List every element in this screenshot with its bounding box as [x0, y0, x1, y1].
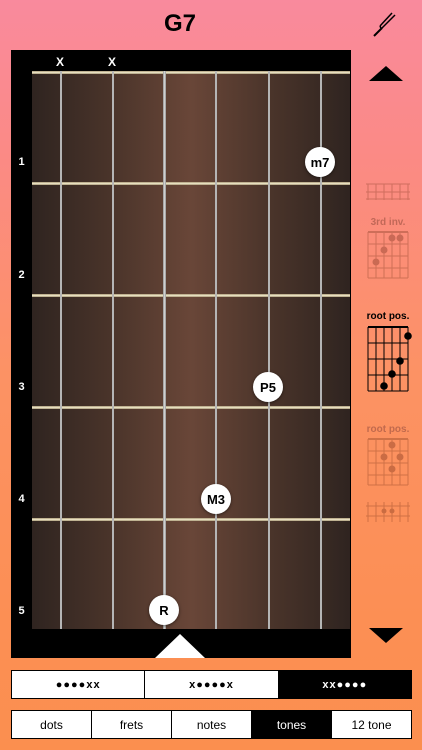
voicing-thumbnail-5[interactable] — [364, 502, 412, 526]
string-set-option-high[interactable]: xx●●●● — [278, 671, 411, 698]
note-dot-m7[interactable]: m7 — [305, 147, 335, 177]
position-indicator-triangle — [155, 634, 205, 658]
note-dot-m3[interactable]: M3 — [201, 484, 231, 514]
fret-number-2: 2 — [18, 269, 25, 281]
string-2 — [268, 71, 270, 629]
display-mode-selector: dots frets notes tones 12 tone — [11, 710, 412, 739]
fret-number-4: 4 — [18, 493, 25, 505]
string-4 — [163, 71, 166, 629]
voicing-thumbnail-3rd-inv[interactable] — [364, 230, 412, 280]
nut — [32, 71, 350, 74]
triangle-up-icon[interactable] — [369, 66, 403, 81]
string-set-option-low[interactable]: ●●●●xx — [12, 671, 146, 698]
fret-wire-4 — [32, 518, 350, 521]
fret-wire-3 — [32, 406, 350, 409]
mode-notes-button[interactable]: notes — [172, 711, 252, 738]
mode-frets-button[interactable]: frets — [92, 711, 172, 738]
triangle-down-icon[interactable] — [369, 628, 403, 643]
fretboard-wood — [32, 71, 350, 629]
note-dot-root[interactable]: R — [149, 595, 179, 625]
mode-dots-button[interactable]: dots — [12, 711, 92, 738]
voicing-thumbnail-root-pos[interactable] — [364, 437, 412, 487]
voicing-thumbnail-root-pos-selected[interactable] — [364, 325, 412, 393]
string-set-selector: ●●●●xx x●●●●x xx●●●● — [11, 670, 412, 699]
fret-wire-1 — [32, 182, 350, 185]
voicing-label-3rd-inv: 3rd inv. — [370, 217, 406, 228]
fret-number-3: 3 — [18, 381, 25, 393]
string-6 — [60, 71, 62, 629]
fret-number-1: 1 — [18, 156, 25, 168]
mode-12-tone-button[interactable]: 12 tone — [332, 711, 411, 738]
mute-marker-string-6: X — [55, 55, 64, 69]
fretboard[interactable]: X X 1 2 3 4 5 m7 P5 M3 R — [11, 50, 351, 658]
voicing-thumbnail-1[interactable] — [364, 180, 412, 200]
string-set-option-middle[interactable]: x●●●●x — [145, 671, 279, 698]
tuning-fork-icon[interactable] — [368, 10, 398, 40]
string-5 — [112, 71, 114, 629]
voicing-label-root-pos: root pos. — [366, 424, 410, 435]
fret-wire-2 — [32, 294, 350, 297]
mode-tones-button[interactable]: tones — [252, 711, 332, 738]
note-dot-p5[interactable]: P5 — [253, 372, 283, 402]
string-3 — [215, 71, 217, 629]
voicing-label-root-pos-selected: root pos. — [366, 311, 410, 322]
chord-title: G7 — [163, 10, 196, 37]
mute-marker-string-5: X — [107, 55, 116, 69]
fret-number-5: 5 — [18, 605, 25, 617]
